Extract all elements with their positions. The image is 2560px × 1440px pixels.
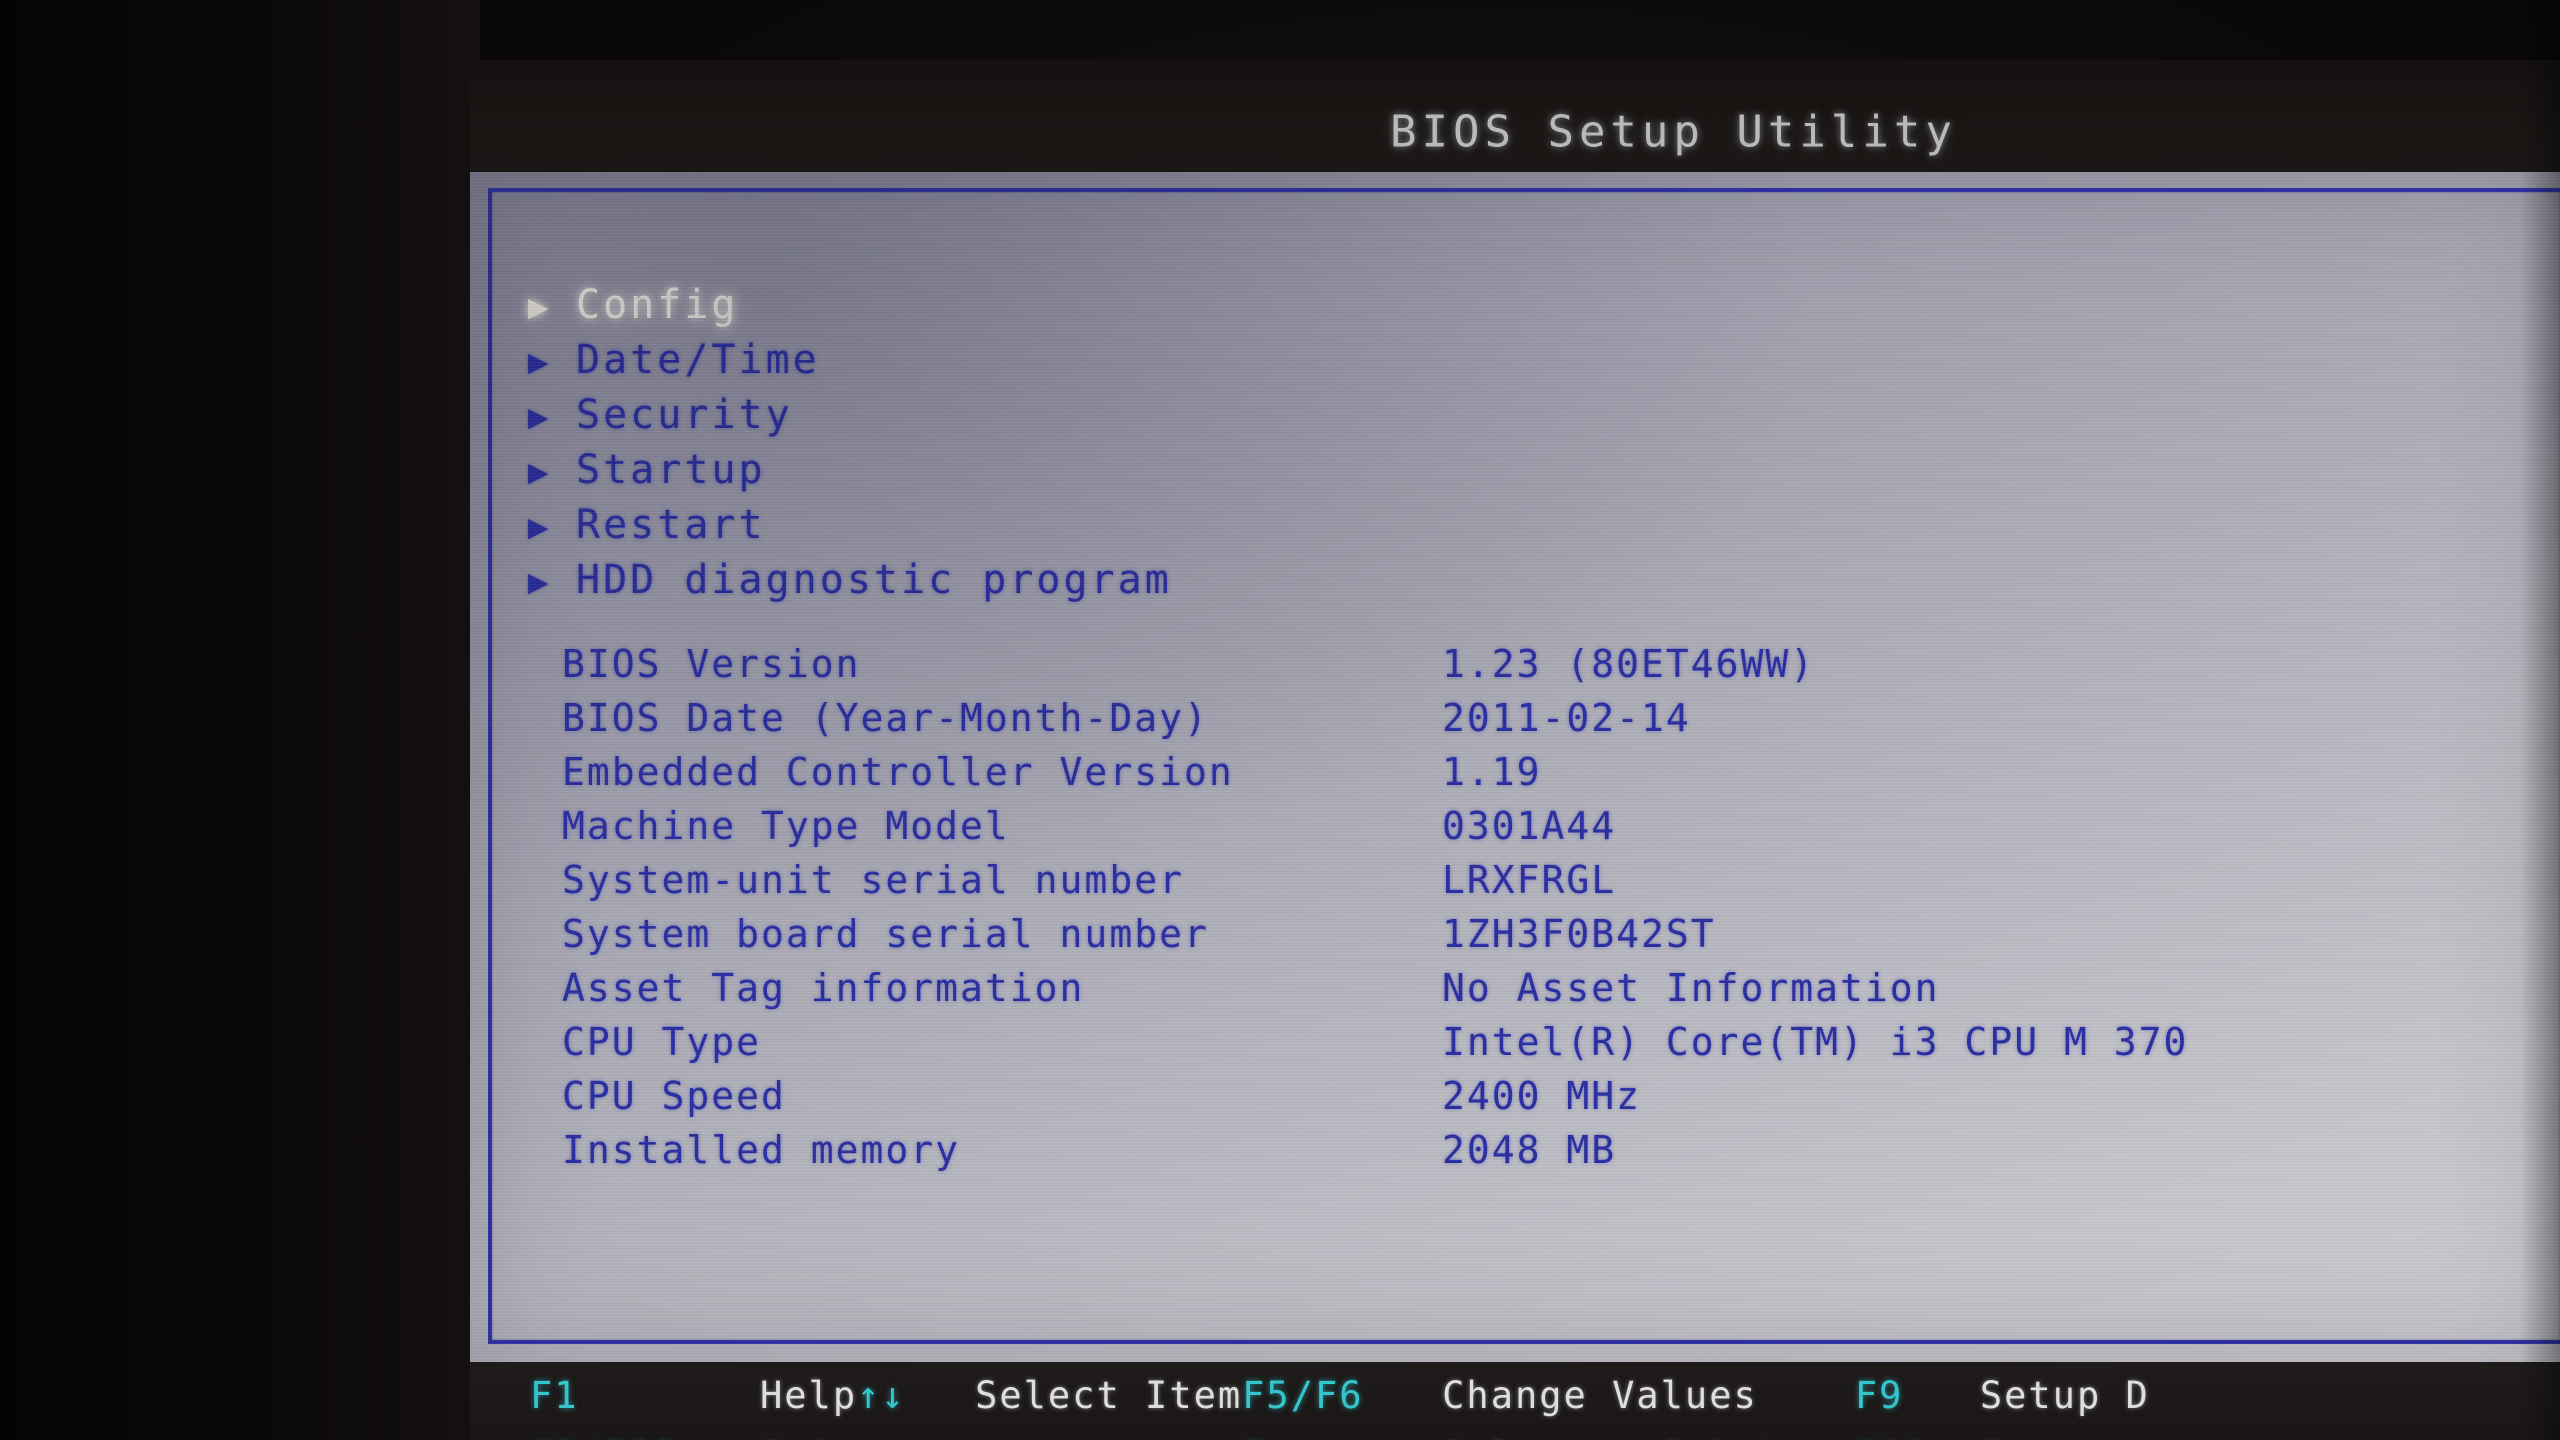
info-label: Embedded Controller Version [562,750,1234,794]
info-value: Intel(R) Core(TM) i3 CPU M 370 [1442,1020,2189,1064]
info-value: 1ZH3F0B42ST [1442,912,1716,956]
info-label: System board serial number [562,912,1209,956]
info-value: LRXFRGL [1442,858,1617,902]
help-desc-label: Help [760,1374,858,1417]
info-value: No Asset Information [1442,966,1940,1010]
submenu-arrow-icon: ▶ [528,397,549,437]
info-label: Machine Type Model [562,804,1010,848]
submenu-arrow-icon: ▶ [528,452,549,492]
menu-item-label: HDD diagnostic program [576,557,1172,603]
help-key-label: F5/F6 [1242,1374,1364,1417]
menu-item-label: Startup [576,447,766,493]
menu-item-startup[interactable]: ▶ Startup [528,447,1172,502]
photograph-of-laptop-screen: BIOS Setup Utility ▶ Config ▶ Date/Time … [0,0,2560,1440]
info-row-system-board-serial-number: System board serial number 1ZH3F0B42ST [562,912,2188,966]
help-key-label: F9 [1854,1374,1904,1417]
help-key-label: Enter [1242,1436,1442,1440]
submenu-arrow-icon: ▶ [528,562,549,602]
info-label: CPU Type [562,1020,762,1064]
help-column-select-item: ↑↓ Select Item [857,1374,1242,1440]
info-value: 0301A44 [1442,804,1617,848]
info-value: 1.23 (80ET46WW) [1442,642,1816,686]
submenu-arrow-icon: ▶ [528,287,549,327]
info-row-system-unit-serial-number: System-unit serial number LRXFRGL [562,858,2188,912]
info-value: 2011-02-14 [1442,696,1691,740]
help-desc-label: Save an [1980,1436,2150,1440]
info-label: Asset Tag information [562,966,1085,1010]
help-desc-label: Select Item [975,1374,1243,1417]
info-row-installed-memory: Installed memory 2048 MB [562,1128,2188,1182]
info-value: 1.19 [1442,750,1542,794]
help-line-f10[interactable]: F10 Save an [1855,1436,2150,1440]
help-line-spacer [857,1436,1242,1440]
info-row-bios-version: BIOS Version 1.23 (80ET46WW) [562,642,2188,696]
help-bar-grid: F1 Help F3/ESC Exit ↑↓ Select Item [530,1374,2150,1440]
help-key-label: F3/ESC [530,1436,760,1440]
bios-screen: BIOS Setup Utility ▶ Config ▶ Date/Time … [470,60,2560,1440]
info-value: 2048 MB [1442,1128,1617,1172]
menu-item-label: Config [576,282,739,328]
system-information-table: BIOS Version 1.23 (80ET46WW) BIOS Date (… [562,642,2188,1182]
title-band: BIOS Setup Utility [470,60,2560,180]
menu-item-date-time[interactable]: ▶ Date/Time [528,337,1172,392]
help-line-f5-f6[interactable]: F5/F6 Change Values [1242,1374,1855,1436]
help-desc-label: Change Values [1442,1374,1758,1417]
info-label: BIOS Version [562,642,861,686]
help-desc-label: Select ▶ Sub-Menu [1442,1436,1855,1440]
main-panel: ▶ Config ▶ Date/Time ▶ Security ▶ Startu… [470,172,2560,1362]
info-value: 2400 MHz [1442,1074,1642,1118]
info-label: Installed memory [562,1128,961,1172]
info-row-cpu-speed: CPU Speed 2400 MHz [562,1074,2188,1128]
help-bar: F1 Help F3/ESC Exit ↑↓ Select Item [470,1362,2560,1440]
help-column-setup-save: F9 Setup D F10 Save an [1855,1374,2150,1440]
help-desc-label: Setup D [1979,1374,2150,1417]
menu-item-config[interactable]: ▶ Config [528,282,1172,337]
help-key-label: F10 [1855,1436,1980,1440]
help-line-arrows[interactable]: ↑↓ Select Item [857,1374,1242,1436]
info-label: CPU Speed [562,1074,786,1118]
info-label: System-unit serial number [562,858,1184,902]
menu-item-security[interactable]: ▶ Security [528,392,1172,447]
help-key-label: F1 [530,1374,579,1417]
menu-item-label: Date/Time [576,337,820,383]
info-label: BIOS Date (Year-Month-Day) [562,696,1209,740]
main-menu: ▶ Config ▶ Date/Time ▶ Security ▶ Startu… [528,282,1172,612]
info-row-bios-date: BIOS Date (Year-Month-Day) 2011-02-14 [562,696,2188,750]
menu-item-label: Security [576,392,793,438]
menu-item-restart[interactable]: ▶ Restart [528,502,1172,557]
info-row-embedded-controller-version: Embedded Controller Version 1.19 [562,750,2188,804]
help-line-f9[interactable]: F9 Setup D [1855,1374,2150,1436]
help-desc-label: Exit [760,1436,857,1440]
help-line-f3-esc[interactable]: F3/ESC Exit [530,1436,857,1440]
info-row-asset-tag-information: Asset Tag information No Asset Informati… [562,966,2188,1020]
help-line-f1[interactable]: F1 Help [530,1374,857,1436]
info-row-machine-type-model: Machine Type Model 0301A44 [562,804,2188,858]
help-line-enter[interactable]: Enter Select ▶ Sub-Menu [1242,1436,1855,1440]
submenu-arrow-icon: ▶ [528,507,549,547]
submenu-arrow-icon: ▶ [528,342,549,382]
menu-item-label: Restart [576,502,766,548]
help-column-values: F5/F6 Change Values Enter Select ▶ Sub-M… [1242,1374,1855,1440]
page-title: BIOS Setup Utility [1390,106,1957,158]
menu-item-hdd-diagnostic-program[interactable]: ▶ HDD diagnostic program [528,557,1172,612]
help-column-navigation: F1 Help F3/ESC Exit [530,1374,857,1440]
info-row-cpu-type: CPU Type Intel(R) Core(TM) i3 CPU M 370 [562,1020,2188,1074]
up-down-arrows-icon: ↑↓ [857,1374,906,1417]
